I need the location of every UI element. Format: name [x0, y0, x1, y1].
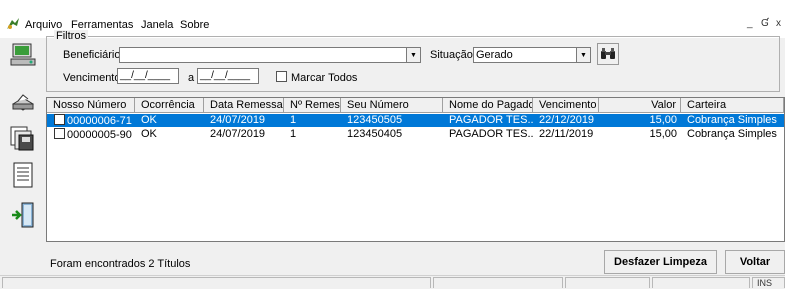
printer-icon [12, 94, 34, 111]
undo-cleanup-button[interactable]: Desfazer Limpeza [604, 250, 717, 274]
column-header-data-remessa[interactable]: Data Remessa [204, 98, 284, 113]
nosso-numero-value: 00000006-71 [67, 115, 132, 127]
n-remessa-cell: 1 [290, 114, 297, 126]
marcar-todos-checkbox[interactable] [276, 71, 287, 82]
data-remessa-cell: 24/07/2019 [210, 114, 266, 126]
column-header-nosso-numero[interactable]: Nosso Número [47, 98, 135, 113]
status-pane-4 [652, 277, 750, 288]
chevron-down-icon: ▼ [580, 51, 587, 59]
vencimento-cell: 22/11/2019 [539, 128, 594, 140]
floppy-disk-icon [10, 126, 34, 151]
seu-numero-cell: 123450505 [347, 114, 403, 126]
table-row[interactable]: 00000006-71 OK 24/07/2019 1 123450505 PA… [47, 114, 784, 127]
a-label: a [188, 72, 195, 84]
menu-sobre[interactable]: Sobre [180, 19, 209, 31]
ocorrencia-cell: OK [141, 114, 157, 126]
status-pane-2 [433, 277, 563, 288]
exit-button[interactable] [8, 200, 38, 230]
pagador-cell: PAGADOR TES... [449, 114, 533, 126]
vencimento-label: Vencimento: [63, 72, 124, 84]
save-button[interactable] [8, 124, 38, 154]
row-checkbox[interactable] [54, 128, 65, 139]
back-button[interactable]: Voltar [725, 250, 785, 274]
beneficiario-label: Beneficiário: [63, 49, 124, 61]
insert-mode-indicator: INS [752, 277, 785, 288]
ocorrencia-cell: OK [141, 128, 157, 140]
column-header-valor[interactable]: Valor [599, 98, 681, 113]
row-checkbox[interactable] [54, 114, 65, 125]
column-header-carteira[interactable]: Carteira [681, 98, 784, 113]
valor-cell: 15,00 [649, 114, 677, 126]
column-header-n-remessa[interactable]: Nº Remessa [284, 98, 341, 113]
search-records-button[interactable] [8, 40, 38, 70]
computer-network-icon [10, 43, 36, 66]
document-list-icon [13, 162, 33, 188]
situacao-dropdown-button[interactable]: ▼ [577, 47, 591, 63]
n-remessa-cell: 1 [290, 128, 297, 140]
beneficiario-dropdown-button[interactable]: ▼ [407, 47, 421, 63]
restore-button[interactable]: Ɠ [761, 18, 769, 29]
column-header-vencimento[interactable]: Vencimento [533, 98, 599, 113]
vencimento-cell: 22/12/2019 [539, 114, 595, 126]
data-remessa-cell: 24/07/2019 [210, 128, 266, 140]
situacao-select[interactable]: Gerado [473, 47, 577, 63]
valor-cell: 15,00 [649, 128, 677, 140]
column-header-seu-numero[interactable]: Seu Número [341, 98, 443, 113]
column-header-ocorrencia[interactable]: Ocorrência [135, 98, 204, 113]
table-row[interactable]: 00000005-90 OK 24/07/2019 1 123450405 PA… [47, 128, 784, 141]
print-button[interactable] [8, 88, 38, 118]
chevron-down-icon: ▼ [410, 51, 417, 59]
column-header-nome-pagador[interactable]: Nome do Pagador [443, 98, 533, 113]
vencimento-from-input[interactable]: __/__/____ [117, 68, 179, 84]
pagador-cell: PAGADOR TES... [449, 128, 533, 140]
status-pane-3 [565, 277, 650, 288]
minimize-button[interactable]: _ [747, 18, 753, 29]
nosso-numero-cell: 00000006-71 [47, 114, 135, 127]
situacao-label: Situação: [430, 49, 476, 61]
close-button[interactable]: x [776, 18, 781, 29]
carteira-cell: Cobrança Simples [687, 128, 777, 140]
search-button[interactable] [597, 43, 619, 65]
app-logo-icon [7, 18, 19, 29]
binoculars-icon [601, 48, 615, 59]
menu-janela[interactable]: Janela [141, 19, 173, 31]
results-count-text: Foram encontrados 2 Títulos [50, 258, 191, 270]
marcar-todos-label: Marcar Todos [291, 72, 358, 84]
nosso-numero-cell: 00000005-90 [47, 128, 135, 141]
status-pane-main [2, 277, 431, 288]
report-button[interactable] [8, 160, 38, 190]
vencimento-to-input[interactable]: __/__/____ [197, 68, 259, 84]
exit-door-icon [12, 202, 34, 228]
filters-legend: Filtros [54, 30, 88, 42]
nosso-numero-value: 00000005-90 [67, 129, 132, 141]
carteira-cell: Cobrança Simples [687, 114, 777, 126]
beneficiario-select[interactable] [119, 47, 407, 63]
seu-numero-cell: 123450405 [347, 128, 403, 140]
